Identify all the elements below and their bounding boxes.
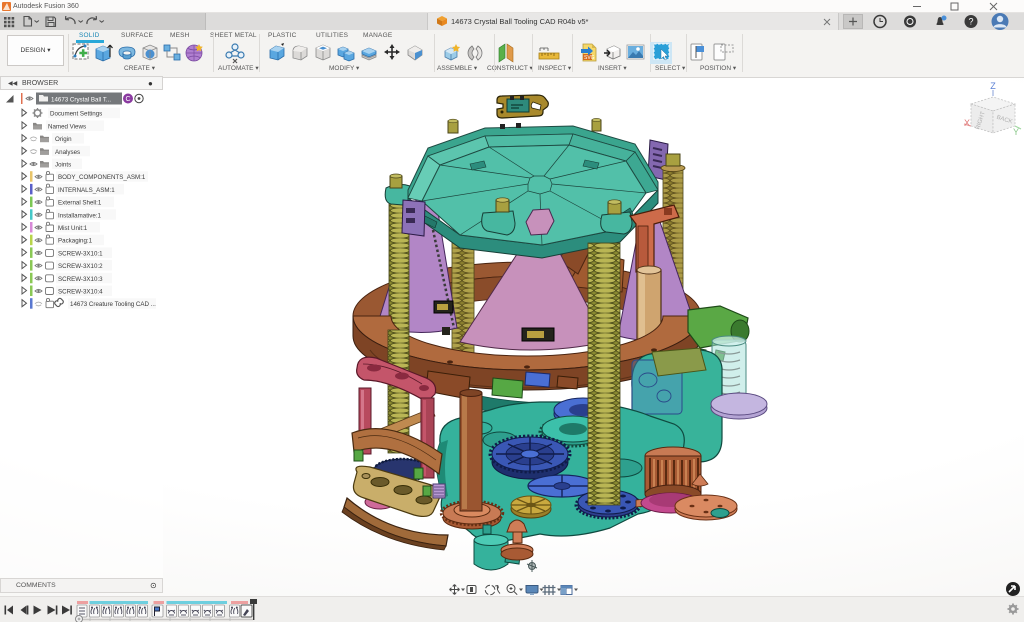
svg-text:?: ? <box>968 17 973 27</box>
svg-text:Mist Unit:1: Mist Unit:1 <box>58 225 88 232</box>
svg-text:Named Views: Named Views <box>48 123 86 130</box>
svg-text:Analyses: Analyses <box>55 149 80 156</box>
svg-text:Y: Y <box>1013 127 1019 137</box>
svg-text:SCREW-3X10:1: SCREW-3X10:1 <box>58 250 103 257</box>
svg-text:Installamative:1: Installamative:1 <box>58 212 102 219</box>
svg-text:Joints: Joints <box>55 162 71 169</box>
svg-text:INTERNALS_ASM:1: INTERNALS_ASM:1 <box>58 187 115 194</box>
svg-text:14673 Crystal Ball T...: 14673 Crystal Ball T... <box>51 97 111 104</box>
svg-text:BODY_COMPONENTS_ASM:1: BODY_COMPONENTS_ASM:1 <box>58 174 146 181</box>
svg-text:C: C <box>125 96 130 103</box>
svg-text:Packaging:1: Packaging:1 <box>58 238 93 245</box>
svg-text:Z: Z <box>990 81 996 91</box>
svg-text:Origin: Origin <box>55 136 72 143</box>
svg-text:SCREW-3X10:2: SCREW-3X10:2 <box>58 263 103 270</box>
svg-text:External Shell:1: External Shell:1 <box>58 200 102 207</box>
svg-text:SCREW-3X10:3: SCREW-3X10:3 <box>58 276 103 283</box>
svg-text:X: X <box>964 118 970 128</box>
svg-text:SCREW-3X10:4: SCREW-3X10:4 <box>58 289 103 296</box>
svg-text:14673 Creature Tooling CAD ...: 14673 Creature Tooling CAD ... <box>70 301 156 308</box>
svg-text:SVG: SVG <box>584 55 595 61</box>
svg-text:Document Settings: Document Settings <box>50 111 102 118</box>
